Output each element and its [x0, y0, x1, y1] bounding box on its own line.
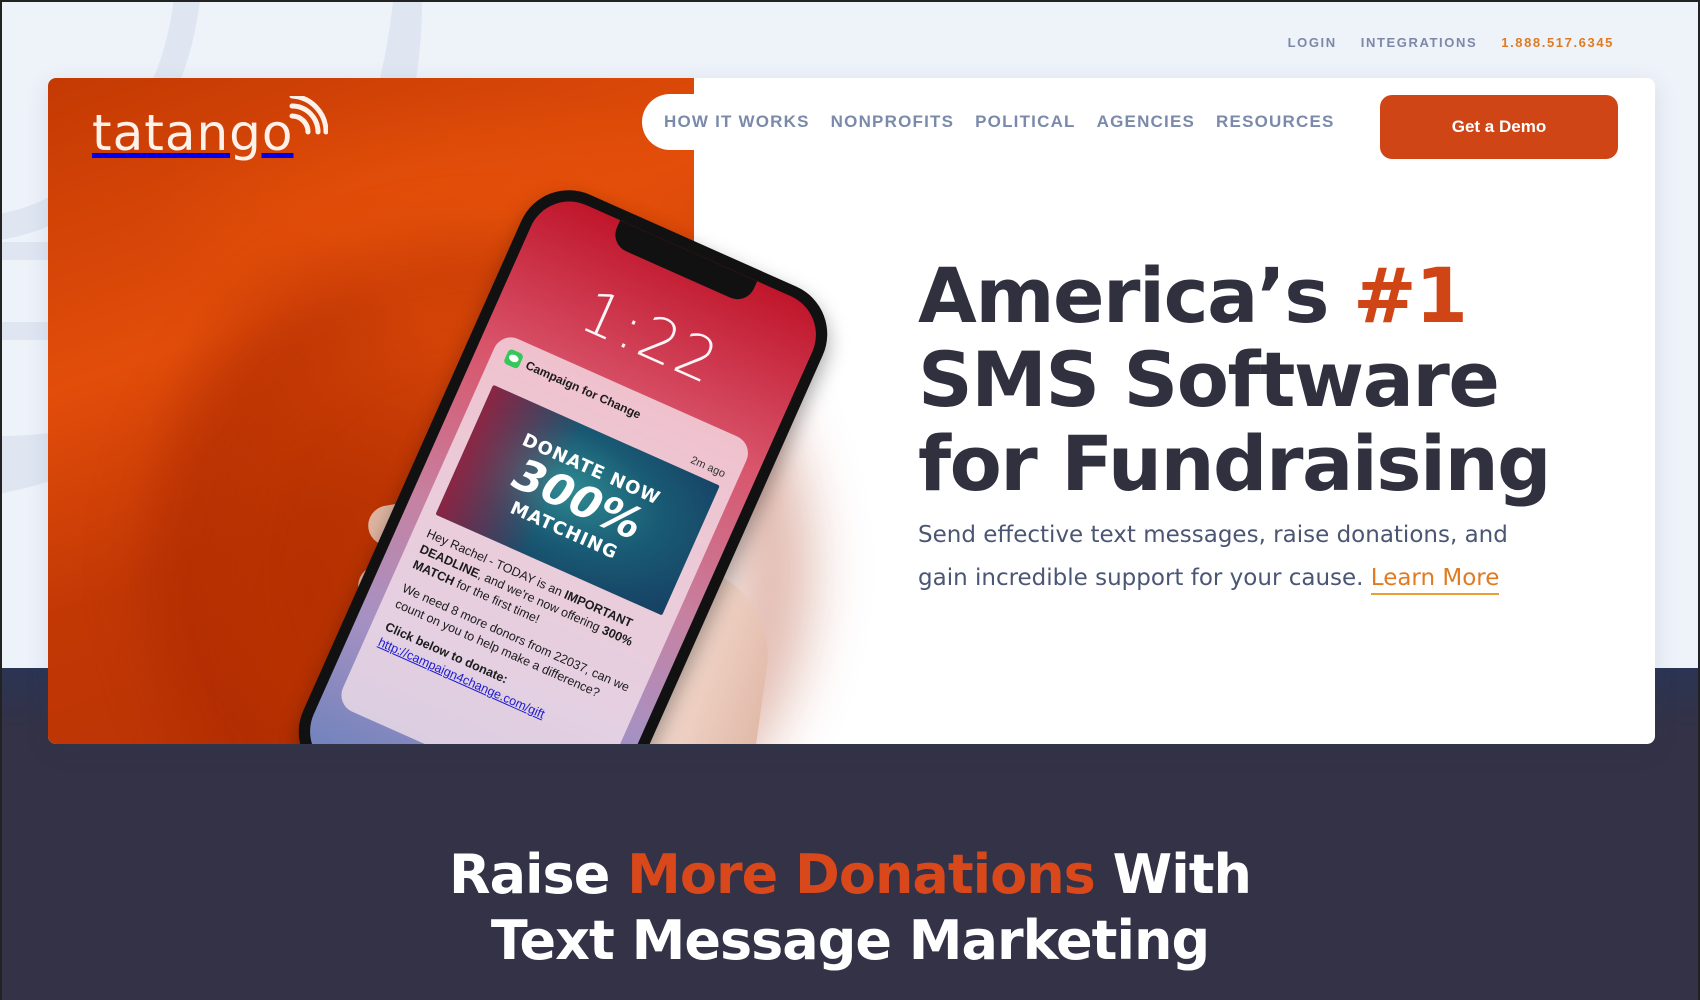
headline-text: for Fundraising	[918, 419, 1552, 508]
nav-how-it-works[interactable]: HOW IT WORKS	[664, 112, 810, 132]
background-stripe	[2, 452, 48, 470]
utility-nav: LOGIN INTEGRATIONS 1.888.517.6345	[1288, 35, 1614, 50]
nav-agencies[interactable]: AGENCIES	[1097, 112, 1195, 132]
background-stripes	[2, 242, 48, 642]
learn-more-link[interactable]: Learn More	[1370, 565, 1500, 595]
main-nav: HOW IT WORKS NONPROFITS POLITICAL AGENCI…	[642, 94, 1355, 150]
section-heading-text: With	[1094, 843, 1252, 906]
headline-text: SMS Software	[918, 335, 1500, 424]
login-link[interactable]: LOGIN	[1288, 35, 1337, 50]
hero-image-panel	[48, 78, 694, 744]
section-heading-text: Raise	[449, 843, 628, 906]
hero-subheadline: Send effective text messages, raise dona…	[918, 514, 1558, 600]
nav-political[interactable]: POLITICAL	[975, 112, 1076, 132]
nav-resources[interactable]: RESOURCES	[1216, 112, 1335, 132]
nav-nonprofits[interactable]: NONPROFITS	[831, 112, 954, 132]
hero-card: tatango 1:22 Campaign for Change 2m ago	[48, 78, 1655, 744]
logo[interactable]: tatango	[92, 96, 328, 158]
section-heading-accent: More Donations	[627, 843, 1096, 906]
headline-accent: #1	[1353, 251, 1468, 340]
hero-headline: America’s #1 SMS Software for Fundraisin…	[918, 254, 1618, 506]
background-stripe	[2, 242, 48, 260]
get-demo-button[interactable]: Get a Demo	[1380, 95, 1618, 159]
logo-wordmark: tatango	[92, 104, 294, 162]
section-heading-text: Text Message Marketing	[490, 909, 1210, 972]
phone-link[interactable]: 1.888.517.6345	[1501, 35, 1614, 50]
signal-waves-icon	[289, 96, 328, 135]
section-heading: Raise More Donations With Text Message M…	[2, 842, 1698, 974]
headline-text: America’s	[918, 251, 1353, 340]
background-stripe	[2, 322, 48, 340]
integrations-link[interactable]: INTEGRATIONS	[1361, 35, 1477, 50]
